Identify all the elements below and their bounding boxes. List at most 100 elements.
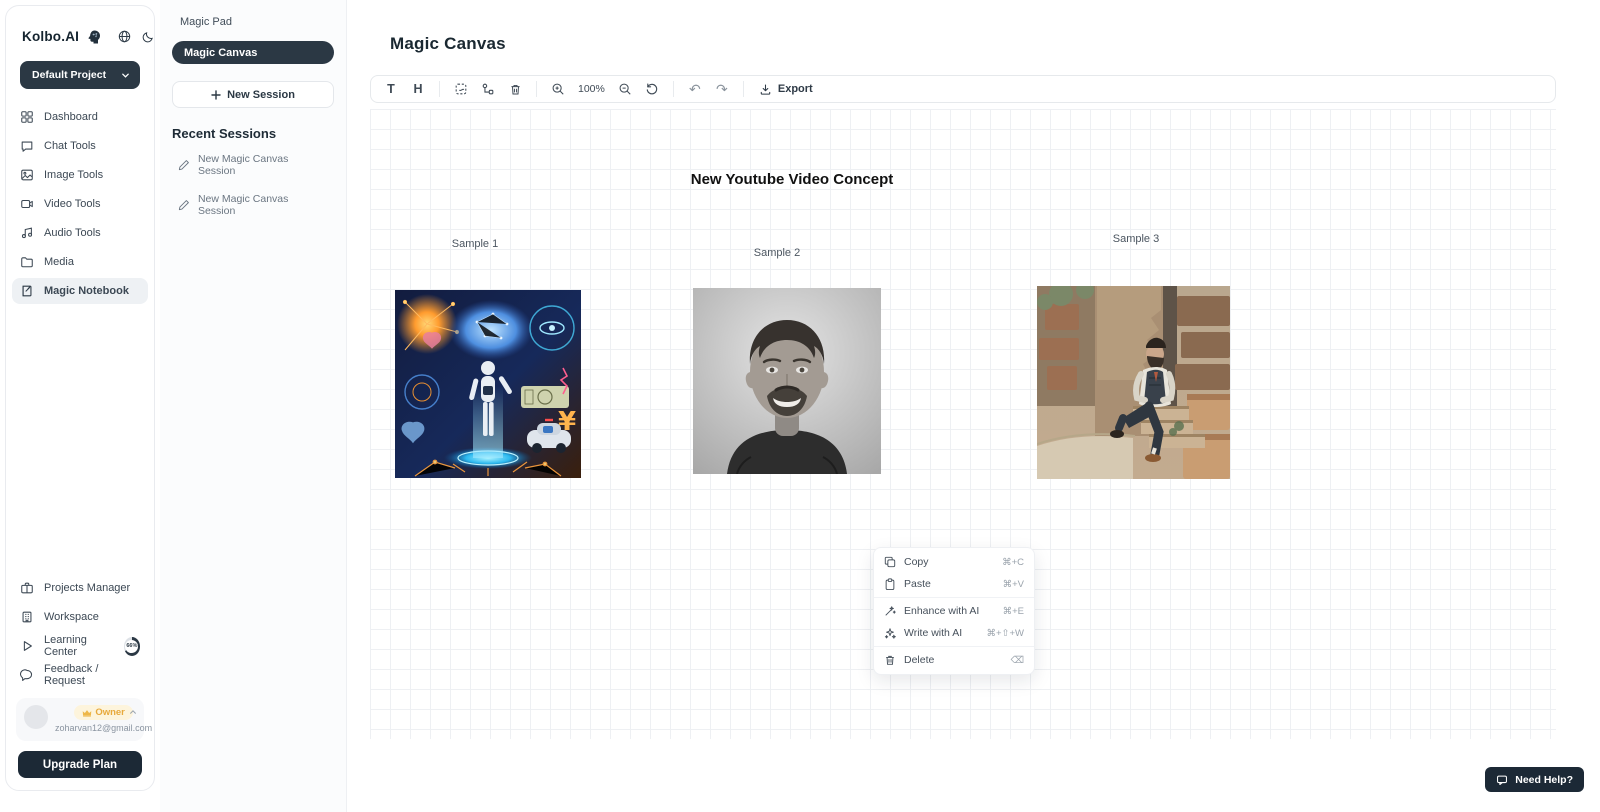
- sidebar-item-image-tools[interactable]: Image Tools: [12, 162, 148, 188]
- brain-logo-icon: [86, 29, 102, 45]
- project-selector[interactable]: Default Project: [20, 61, 140, 89]
- pencil-icon: [178, 199, 190, 211]
- connector-tool-button[interactable]: [478, 79, 498, 99]
- sidebar-footer-nav: Projects Manager Workspace Learning Cent…: [6, 575, 154, 688]
- paste-icon: [884, 578, 896, 590]
- zoom-in-button[interactable]: [548, 79, 568, 99]
- context-menu-copy[interactable]: Copy ⌘+C: [874, 551, 1034, 573]
- briefcase-icon: [20, 581, 34, 595]
- trash-icon: [884, 654, 896, 666]
- video-icon: [20, 197, 34, 211]
- upgrade-plan-button[interactable]: Upgrade Plan: [18, 751, 142, 778]
- delete-tool-button[interactable]: [505, 79, 525, 99]
- canvas-image-portrait[interactable]: [693, 288, 881, 474]
- user-card[interactable]: Owner zoharvan12@gmail.com: [16, 698, 144, 741]
- need-help-label: Need Help?: [1515, 774, 1573, 786]
- heading-tool-button[interactable]: H: [408, 79, 428, 99]
- dark-mode-moon-icon[interactable]: [140, 29, 156, 45]
- logo-row: Kolbo.AI: [6, 6, 154, 45]
- sidebar-item-video-tools[interactable]: Video Tools: [12, 191, 148, 217]
- main-area: Magic Canvas T H 100% ↶ ↷ Export: [348, 0, 1600, 812]
- audio-icon: [20, 226, 34, 240]
- sidebar-item-chat-tools[interactable]: Chat Tools: [12, 133, 148, 159]
- context-menu-write-with-ai[interactable]: Write with AI ⌘+⇧+W: [874, 622, 1034, 644]
- sample-label-2[interactable]: Sample 2: [754, 247, 800, 259]
- need-help-button[interactable]: Need Help?: [1485, 767, 1584, 792]
- context-menu-delete[interactable]: Delete ⌫: [874, 649, 1034, 671]
- sidebar-item-projects-manager[interactable]: Projects Manager: [12, 575, 148, 601]
- zoom-out-button[interactable]: [615, 79, 635, 99]
- sidebar-item-magic-notebook[interactable]: Magic Notebook: [12, 278, 148, 304]
- toolbar-divider: [536, 81, 537, 97]
- zoom-out-icon: [618, 82, 632, 96]
- sidebar-item-media[interactable]: Media: [12, 249, 148, 275]
- toolbar-divider: [743, 81, 744, 97]
- text-tool-button[interactable]: T: [381, 79, 401, 99]
- sidebar-item-label: Media: [44, 256, 74, 268]
- context-menu-enhance-with-ai[interactable]: Enhance with AI ⌘+E: [874, 600, 1034, 622]
- context-menu-label: Write with AI: [904, 627, 962, 639]
- sidebar-item-workspace[interactable]: Workspace: [12, 604, 148, 630]
- app-logo: Kolbo.AI: [22, 29, 79, 44]
- context-menu-divider: [874, 597, 1034, 598]
- sidebar-item-dashboard[interactable]: Dashboard: [12, 104, 148, 130]
- sidebar-item-label: Video Tools: [44, 198, 100, 210]
- session-list-item[interactable]: New Magic Canvas Session: [172, 145, 334, 185]
- sidebar-item-feedback[interactable]: Feedback / Request: [12, 662, 148, 688]
- sidebar-item-audio-tools[interactable]: Audio Tools: [12, 220, 148, 246]
- play-icon: [20, 639, 34, 653]
- copy-icon: [884, 556, 896, 568]
- export-button[interactable]: Export: [755, 83, 817, 96]
- magic-canvas-grid[interactable]: New Youtube Video Concept Sample 1 Sampl…: [370, 109, 1556, 739]
- page-title: Magic Canvas: [390, 34, 1578, 54]
- magic-pad-item[interactable]: Magic Pad: [172, 14, 334, 28]
- sample-label-3[interactable]: Sample 3: [1113, 233, 1159, 245]
- user-menu-chevron-icon[interactable]: [129, 708, 137, 716]
- sidebar-spacer: [6, 304, 154, 560]
- folder-icon: [20, 255, 34, 269]
- canvas-image-ruins[interactable]: [1037, 286, 1230, 479]
- toolbar-divider: [439, 81, 440, 97]
- export-label: Export: [778, 83, 813, 95]
- sidebar-item-label: Workspace: [44, 611, 99, 623]
- magic-canvas-item-active[interactable]: Magic Canvas: [172, 41, 334, 64]
- zoom-in-icon: [551, 82, 565, 96]
- sample-label-1[interactable]: Sample 1: [452, 238, 498, 250]
- zoom-level-value: 100%: [575, 83, 608, 95]
- context-menu-label: Delete: [904, 654, 934, 666]
- crown-icon: [82, 709, 92, 717]
- pencil-icon: [178, 159, 190, 171]
- sidebar-item-label: Image Tools: [44, 169, 103, 181]
- connector-icon: [481, 82, 495, 96]
- sparkles-icon: [884, 627, 896, 639]
- user-email: zoharvan12@gmail.com: [55, 723, 152, 733]
- undo-button[interactable]: ↶: [685, 79, 705, 99]
- canvas-toolbar: T H 100% ↶ ↷ Export: [370, 75, 1556, 103]
- sidebar-nav: Dashboard Chat Tools Image Tools Video T…: [6, 104, 154, 304]
- sidebar-item-learning-center[interactable]: Learning Center 66%: [12, 633, 148, 659]
- context-menu: Copy ⌘+C Paste ⌘+V Enhance with AI ⌘+E W…: [873, 547, 1035, 675]
- canvas-image-ai-concept[interactable]: ¥: [395, 290, 581, 478]
- context-menu-shortcut: ⌘+V: [1003, 579, 1024, 590]
- reset-view-button[interactable]: [642, 79, 662, 99]
- session-list-item[interactable]: New Magic Canvas Session: [172, 185, 334, 225]
- select-tool-button[interactable]: [451, 79, 471, 99]
- context-menu-label: Enhance with AI: [904, 605, 979, 617]
- avatar: [24, 705, 48, 729]
- context-menu-divider: [874, 646, 1034, 647]
- notebook-icon: [20, 284, 34, 298]
- sidebar: Kolbo.AI Default Project Dashboard Chat …: [5, 5, 155, 791]
- sidebar-item-label: Chat Tools: [44, 140, 96, 152]
- context-menu-paste[interactable]: Paste ⌘+V: [874, 573, 1034, 595]
- learning-progress-ring: 66%: [124, 637, 140, 656]
- language-globe-icon[interactable]: [116, 28, 133, 45]
- context-menu-shortcut: ⌫: [1011, 655, 1024, 666]
- new-session-button[interactable]: New Session: [172, 81, 334, 108]
- role-badge: Owner: [74, 705, 133, 720]
- redo-button[interactable]: ↷: [712, 79, 732, 99]
- sidebar-item-label: Magic Notebook: [44, 285, 129, 297]
- session-item-label: New Magic Canvas Session: [198, 153, 328, 177]
- session-item-label: New Magic Canvas Session: [198, 193, 328, 217]
- help-chat-icon: [1496, 774, 1508, 786]
- canvas-title-text[interactable]: New Youtube Video Concept: [691, 171, 894, 188]
